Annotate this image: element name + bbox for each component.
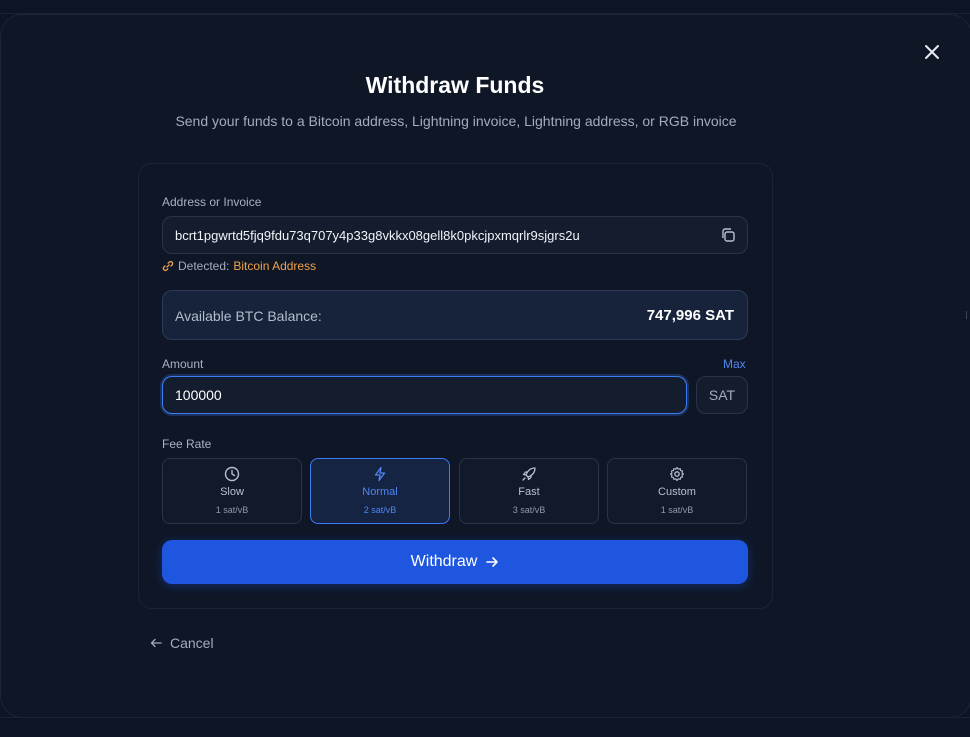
- address-label: Address or Invoice: [162, 195, 262, 209]
- withdraw-label: Withdraw: [410, 553, 478, 570]
- lightning-icon: [374, 466, 386, 482]
- fee-option-custom[interactable]: Custom 1 sat/vB: [607, 458, 747, 524]
- dialog-title: Withdraw Funds: [365, 72, 545, 98]
- gear-icon: [669, 466, 685, 482]
- address-field[interactable]: bcrt1pgwrtd5fjq9fdu73q707y4p33g8vkkx08ge…: [162, 216, 748, 254]
- fee-option-rate: 1 sat/vB: [215, 505, 249, 515]
- detected-type: Bitcoin Address: [233, 259, 317, 273]
- fee-rate-label: Fee Rate: [162, 437, 212, 451]
- link-icon: [162, 260, 174, 272]
- fee-option-rate: 2 sat/vB: [363, 505, 397, 515]
- detected-prefix: Detected:: [178, 259, 230, 273]
- fee-option-name: Fast: [518, 486, 540, 498]
- detected-indicator: Detected: Bitcoin Address: [162, 259, 316, 273]
- balance-value: 747,996 SAT: [646, 307, 734, 324]
- fee-option-normal[interactable]: Normal 2 sat/vB: [310, 458, 450, 524]
- scrollbar-edge: [966, 311, 970, 319]
- bottom-divider: [0, 717, 970, 718]
- withdraw-button[interactable]: Withdraw: [162, 540, 748, 584]
- amount-input[interactable]: [162, 376, 687, 414]
- close-button[interactable]: [920, 40, 944, 64]
- fee-option-rate: 3 sat/vB: [512, 505, 546, 515]
- fee-option-slow[interactable]: Slow 1 sat/vB: [162, 458, 302, 524]
- fee-option-name: Normal: [362, 486, 398, 498]
- balance-panel: Available BTC Balance: 747,996 SAT: [162, 290, 748, 340]
- cancel-button[interactable]: Cancel: [150, 635, 214, 651]
- dialog-subtitle: Send your funds to a Bitcoin address, Li…: [175, 113, 737, 129]
- max-button[interactable]: Max: [723, 357, 746, 371]
- balance-label: Available BTC Balance:: [175, 308, 322, 324]
- fee-option-name: Custom: [658, 486, 696, 498]
- amount-label: Amount: [162, 357, 204, 371]
- fee-option-fast[interactable]: Fast 3 sat/vB: [459, 458, 599, 524]
- copy-icon[interactable]: [720, 227, 736, 243]
- arrow-left-icon: [150, 638, 162, 648]
- cancel-label: Cancel: [170, 635, 214, 651]
- fee-option-rate: 1 sat/vB: [660, 505, 694, 515]
- clock-icon: [224, 466, 240, 482]
- rocket-icon: [522, 467, 536, 481]
- fee-option-name: Slow: [220, 486, 244, 498]
- close-icon: [925, 45, 939, 59]
- arrow-right-icon: [486, 557, 499, 567]
- unit-selector[interactable]: SAT: [696, 376, 748, 414]
- address-value[interactable]: bcrt1pgwrtd5fjq9fdu73q707y4p33g8vkkx08ge…: [175, 228, 580, 243]
